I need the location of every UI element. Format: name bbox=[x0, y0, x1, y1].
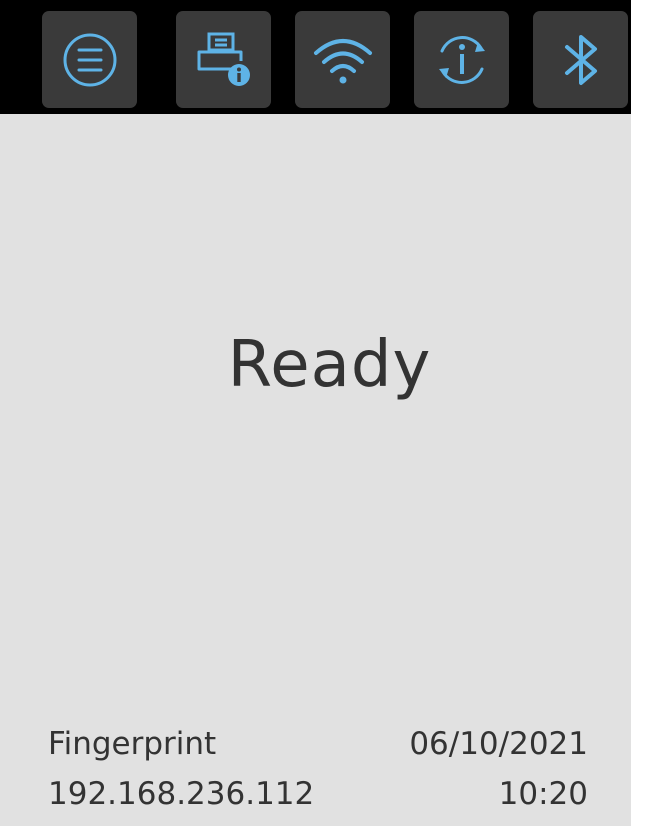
wifi-icon bbox=[313, 38, 372, 83]
ip-address: 192.168.236.112 bbox=[48, 776, 315, 812]
printer-info-icon bbox=[197, 32, 250, 86]
wifi-button[interactable] bbox=[295, 11, 390, 108]
printer-display: Ready Fingerprint 192.168.236.112 06/10/… bbox=[0, 0, 631, 826]
menu-icon bbox=[63, 33, 116, 86]
bluetooth-button[interactable] bbox=[533, 11, 628, 108]
date: 06/10/2021 bbox=[409, 726, 588, 762]
toolbar bbox=[0, 0, 631, 114]
app-name: Fingerprint bbox=[48, 726, 217, 762]
time: 10:20 bbox=[498, 776, 588, 812]
status-text: Ready bbox=[227, 328, 432, 402]
menu-button[interactable] bbox=[42, 11, 137, 108]
info-refresh-icon bbox=[438, 35, 485, 84]
printer-info-button[interactable] bbox=[176, 11, 271, 108]
info-refresh-button[interactable] bbox=[414, 11, 509, 108]
bluetooth-icon bbox=[564, 34, 597, 85]
